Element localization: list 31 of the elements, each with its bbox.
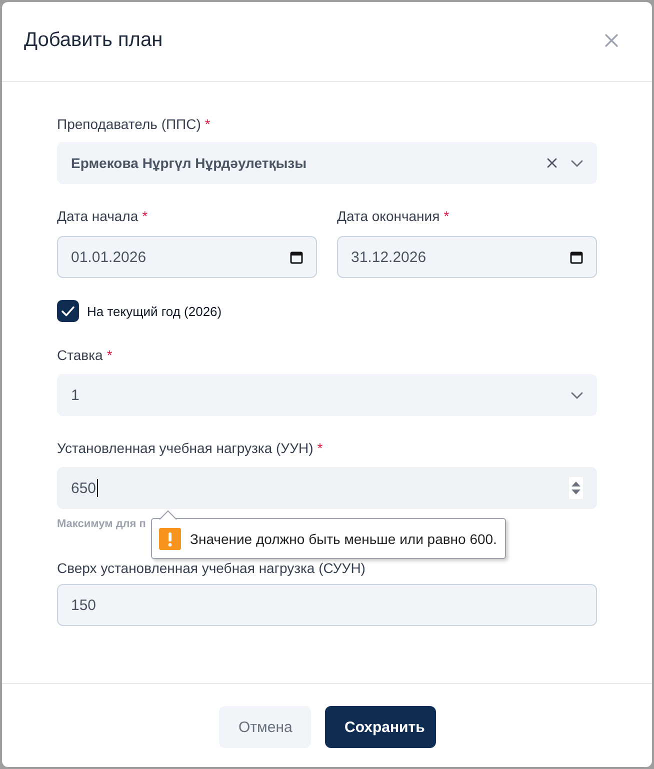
field-label: Сверх установленная учебная нагрузка (СУУН) <box>57 560 366 576</box>
tooltip-text: Значение должно быть меньше или равно 600. <box>190 530 497 546</box>
date-field[interactable]: 31.12.2026 <box>337 236 597 278</box>
field-label: Дата начала <box>57 207 138 226</box>
field-label: Ставка <box>57 346 103 365</box>
calendar-icon[interactable] <box>290 250 303 264</box>
calendar-icon[interactable] <box>570 250 583 264</box>
warning-icon <box>159 528 181 550</box>
number-field[interactable]: 150 <box>57 584 597 626</box>
field-label: Дата окончания <box>337 207 440 226</box>
dialog-title: Добавить план <box>24 28 163 53</box>
number-field[interactable]: 650 <box>57 467 597 509</box>
checkbox-label[interactable]: На текущий год (2026) <box>87 304 222 318</box>
required-mark: * <box>317 439 323 458</box>
hint-text: Максимум для п <box>57 517 146 532</box>
date-field[interactable]: 01.01.2026 <box>57 236 317 278</box>
stepper-arrows-icon[interactable] <box>569 477 583 499</box>
required-mark: * <box>204 115 210 134</box>
cancel-button[interactable]: Отмена <box>218 706 310 748</box>
field-label: Преподаватель (ППС) <box>57 115 201 134</box>
teacher-select[interactable]: Ермекова Нұргүл Нұрдәулетқызы <box>57 142 597 184</box>
chevron-down-icon[interactable] <box>571 392 583 398</box>
required-mark: * <box>444 207 450 226</box>
required-mark: * <box>142 207 148 226</box>
required-mark: * <box>106 346 112 365</box>
clear-icon[interactable] <box>547 158 557 168</box>
field-label: Установленная учебная нагрузка (УУН) <box>57 439 314 458</box>
checkbox[interactable] <box>57 300 79 322</box>
chevron-down-icon[interactable] <box>571 160 583 166</box>
save-button[interactable]: Сохранить <box>324 706 436 748</box>
rate-select[interactable]: 1 <box>57 374 597 416</box>
